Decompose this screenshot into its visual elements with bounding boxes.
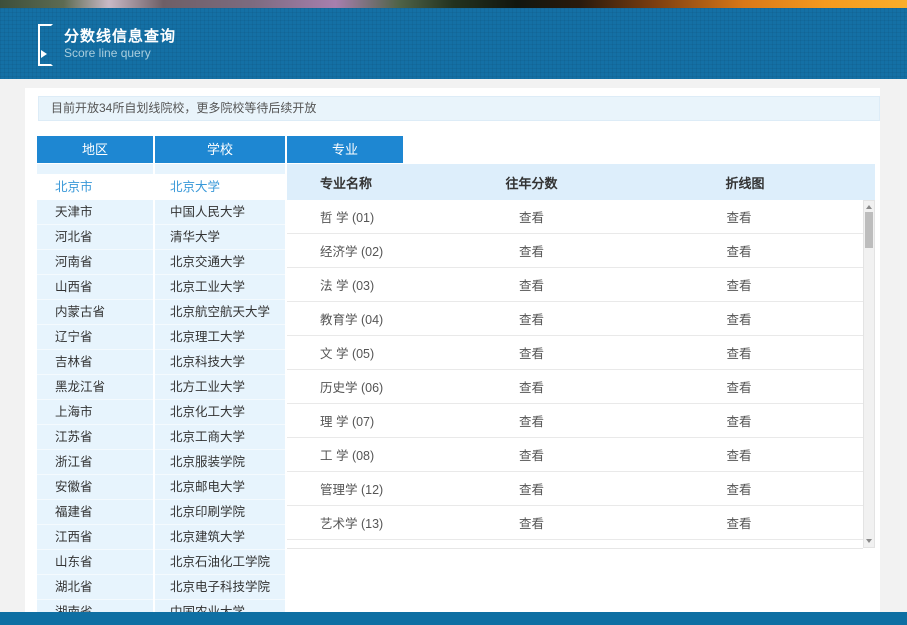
school-item[interactable]: 北京石油化工学院 (155, 550, 285, 575)
school-item[interactable]: 北京服装学院 (155, 450, 285, 475)
region-item[interactable]: 天津市 (37, 200, 153, 225)
scrollbar-up-icon[interactable] (864, 202, 874, 212)
school-item[interactable]: 北京工业大学 (155, 275, 285, 300)
school-item[interactable]: 清华大学 (155, 225, 285, 250)
scrollbar-thumb[interactable] (865, 212, 873, 248)
major-row: 艺术学 (13) 查看 查看 (287, 506, 863, 540)
major-row: 理 学 (07) 查看 查看 (287, 404, 863, 438)
region-item[interactable]: 山东省 (37, 550, 153, 575)
school-item[interactable]: 北京化工大学 (155, 400, 285, 425)
banner-photo-strip (0, 0, 907, 8)
school-item[interactable]: 中国农业大学 (155, 600, 285, 612)
view-chart-link[interactable]: 查看 (615, 207, 863, 226)
major-row: 法 学 (03) 查看 查看 (287, 268, 863, 302)
major-row: 文 学 (05) 查看 查看 (287, 336, 863, 370)
major-row: 经济学 (02) 查看 查看 (287, 234, 863, 268)
content-card: 目前开放34所自划线院校，更多院校等待后续开放 地区 学校 专业 北京市 天津市河… (25, 88, 880, 612)
view-chart-link[interactable]: 查看 (615, 309, 863, 328)
major-name: 教育学 (04) (320, 313, 384, 327)
notice-bar: 目前开放34所自划线院校，更多院校等待后续开放 (38, 96, 880, 121)
region-item[interactable]: 黑龙江省 (37, 375, 153, 400)
column-header-past-scores: 往年分数 (505, 175, 558, 191)
school-item[interactable]: 北京电子科技学院 (155, 575, 285, 600)
school-item[interactable]: 北京工商大学 (155, 425, 285, 450)
view-chart-link[interactable]: 查看 (615, 411, 863, 430)
region-item[interactable]: 浙江省 (37, 450, 153, 475)
region-item[interactable]: 内蒙古省 (37, 300, 153, 325)
school-item[interactable]: 中国人民大学 (155, 200, 285, 225)
major-name: 工 学 (08) (320, 449, 375, 463)
region-item[interactable]: 湖南省 (37, 600, 153, 612)
school-item[interactable]: 北京交通大学 (155, 250, 285, 275)
view-scores-link[interactable]: 查看 (448, 207, 615, 226)
door-arrow-icon (38, 24, 53, 66)
region-item[interactable]: 河南省 (37, 250, 153, 275)
region-item[interactable]: 江西省 (37, 525, 153, 550)
major-row: 哲 学 (01) 查看 查看 (287, 200, 863, 234)
region-item[interactable]: 安徽省 (37, 475, 153, 500)
view-chart-link[interactable]: 查看 (615, 377, 863, 396)
view-chart-link[interactable]: 查看 (615, 241, 863, 260)
region-item[interactable]: 湖北省 (37, 575, 153, 600)
tab-school[interactable]: 学校 (155, 136, 285, 163)
view-scores-link[interactable]: 查看 (448, 343, 615, 362)
majors-panel: 专业名称 往年分数 折线图 哲 学 (01) 查看 查看 经济学 (02) 查看 查看法 … (287, 164, 875, 549)
school-item[interactable]: 北京邮电大学 (155, 475, 285, 500)
view-chart-link[interactable]: 查看 (615, 275, 863, 294)
column-header-line-chart: 折线图 (725, 175, 765, 191)
view-scores-link[interactable]: 查看 (448, 479, 615, 498)
scrollbar[interactable] (863, 200, 875, 548)
view-chart-link[interactable]: 查看 (615, 445, 863, 464)
view-chart-link[interactable]: 查看 (615, 479, 863, 498)
tab-major[interactable]: 专业 (287, 136, 403, 163)
school-item[interactable]: 北京建筑大学 (155, 525, 285, 550)
page-header: 分数线信息查询 Score line query (0, 8, 907, 79)
scrollbar-down-icon[interactable] (864, 536, 874, 546)
view-scores-link[interactable]: 查看 (448, 445, 615, 464)
view-scores-link[interactable]: 查看 (448, 377, 615, 396)
view-chart-link[interactable]: 查看 (615, 513, 863, 532)
school-item[interactable]: 北京航空航天大学 (155, 300, 285, 325)
region-item[interactable]: 山西省 (37, 275, 153, 300)
major-row: 工 学 (08) 查看 查看 (287, 438, 863, 472)
region-item[interactable]: 北京市 (37, 174, 153, 200)
page-subtitle: Score line query (64, 46, 151, 60)
major-row: 历史学 (06) 查看 查看 (287, 370, 863, 404)
major-row: 管理学 (12) 查看 查看 (287, 472, 863, 506)
school-item[interactable]: 北京科技大学 (155, 350, 285, 375)
region-item[interactable]: 河北省 (37, 225, 153, 250)
view-scores-link[interactable]: 查看 (448, 241, 615, 260)
region-item[interactable]: 江苏省 (37, 425, 153, 450)
major-name: 哲 学 (01) (320, 211, 375, 225)
region-item[interactable]: 吉林省 (37, 350, 153, 375)
major-name: 理 学 (07) (320, 415, 375, 429)
school-item[interactable]: 北京理工大学 (155, 325, 285, 350)
page-title: 分数线信息查询 (64, 28, 177, 45)
tab-region[interactable]: 地区 (37, 136, 153, 163)
school-list: 北京大学 中国人民大学 清华大学 北京交通大学 北京工业大学 北京航空航天大学 北京理工大学… (155, 164, 285, 612)
page-footer (0, 612, 907, 625)
view-scores-link[interactable]: 查看 (448, 513, 615, 532)
school-item[interactable]: 北京印刷学院 (155, 500, 285, 525)
view-chart-link[interactable]: 查看 (615, 343, 863, 362)
view-scores-link[interactable]: 查看 (448, 309, 615, 328)
major-name: 历史学 (06) (320, 381, 384, 395)
majors-table-body: 哲 学 (01) 查看 查看 经济学 (02) 查看 查看法 学 (03) 查看 查看 教育学 … (287, 200, 863, 549)
column-header-major-name: 专业名称 (320, 175, 373, 191)
region-item[interactable]: 福建省 (37, 500, 153, 525)
region-item[interactable]: 辽宁省 (37, 325, 153, 350)
majors-table-header: 专业名称 往年分数 折线图 (287, 164, 875, 200)
major-name: 管理学 (12) (320, 483, 384, 497)
major-name: 艺术学 (13) (320, 517, 384, 531)
major-name: 经济学 (02) (320, 245, 384, 259)
major-name: 文 学 (05) (320, 347, 375, 361)
view-scores-link[interactable]: 查看 (448, 275, 615, 294)
region-item[interactable]: 上海市 (37, 400, 153, 425)
major-name: 法 学 (03) (320, 279, 375, 293)
region-list: 北京市 天津市 河北省 河南省 山西省 内蒙古省 辽宁省 吉林省 黑龙江省 上海市 江苏省 浙江省 安徽… (37, 164, 153, 612)
school-item[interactable]: 北方工业大学 (155, 375, 285, 400)
major-row: 教育学 (04) 查看 查看 (287, 302, 863, 336)
view-scores-link[interactable]: 查看 (448, 411, 615, 430)
school-item[interactable]: 北京大学 (155, 174, 285, 200)
